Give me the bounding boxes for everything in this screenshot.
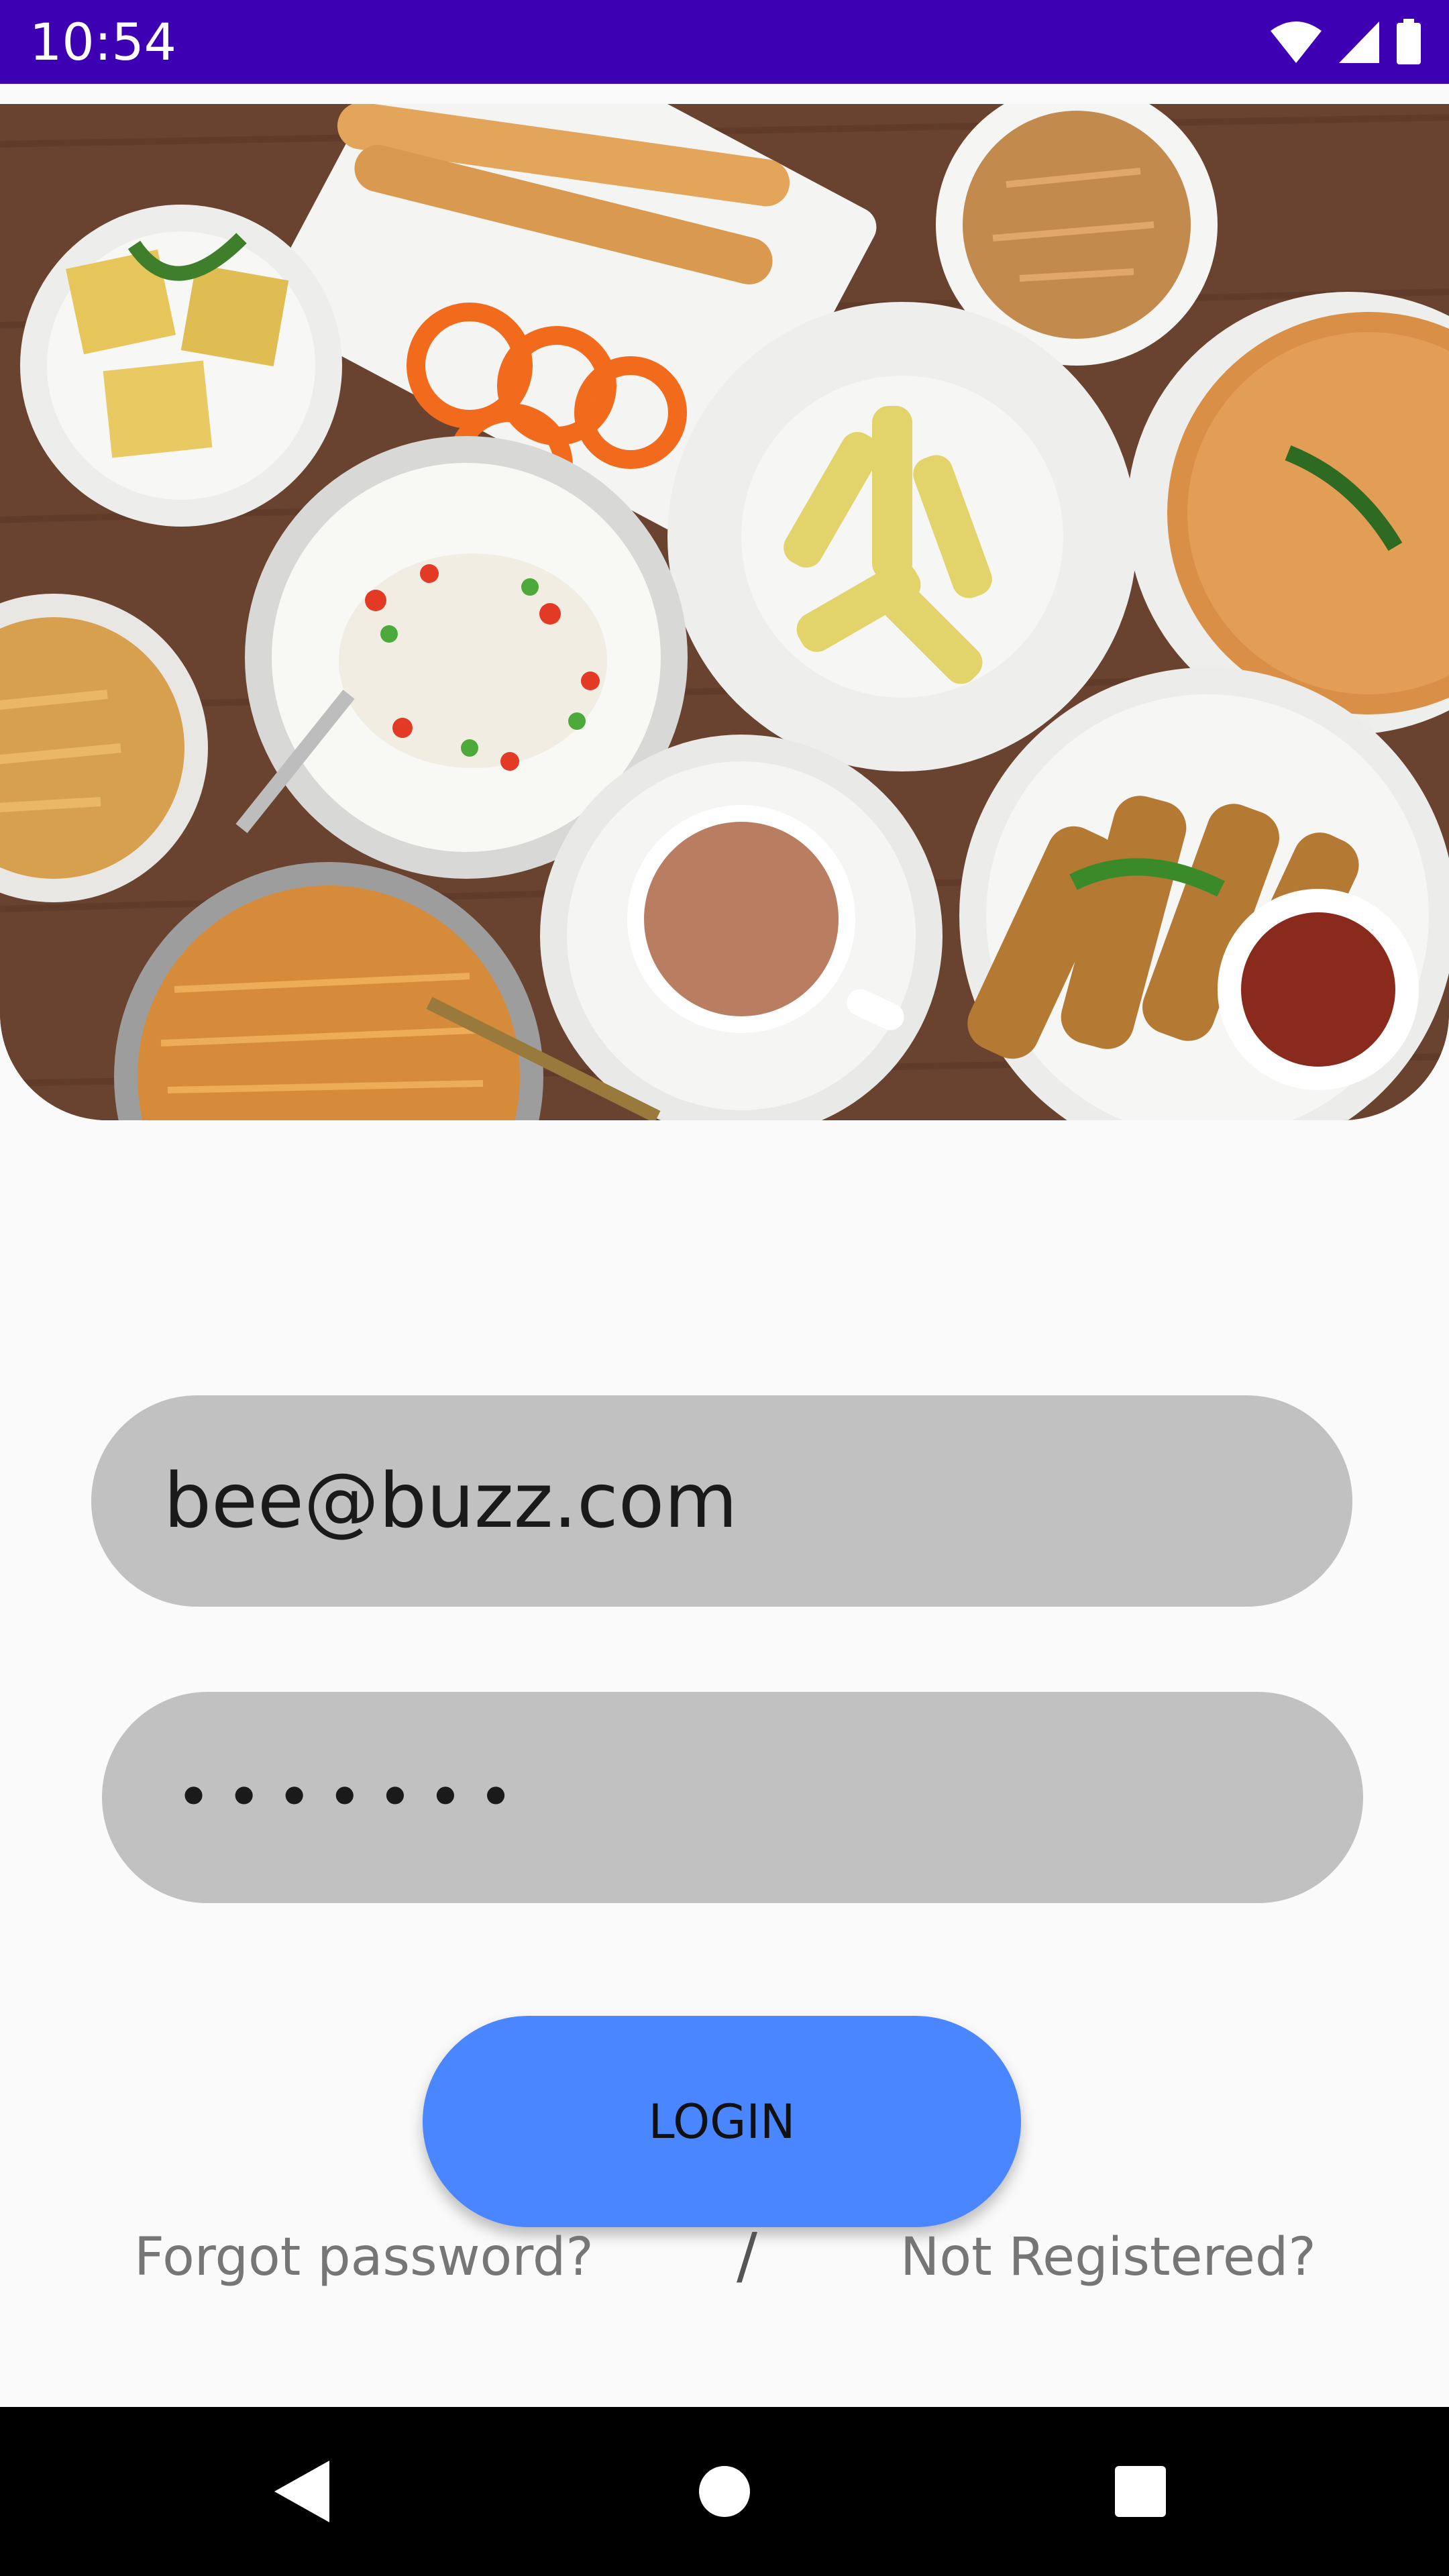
email-field[interactable]: bee@buzz.com [91,1395,1352,1607]
login-button-label: LOGIN [648,2094,796,2149]
wifi-icon [1271,21,1322,63]
status-icons [1269,19,1422,66]
recents-button[interactable] [1093,2407,1187,2576]
recents-square-icon [1115,2466,1166,2517]
status-time: 10:54 [30,12,177,72]
back-button[interactable] [255,2407,349,2576]
forgot-password-link[interactable]: Forgot password? [134,2227,594,2288]
status-bar: 10:54 [0,0,1449,84]
home-button[interactable] [678,2407,771,2576]
password-field[interactable]: ••••••• [102,1692,1363,1903]
hero-food-image [0,104,1449,1120]
back-triangle-icon [274,2461,329,2522]
not-registered-link[interactable]: Not Registered? [900,2227,1316,2288]
email-value: bee@buzz.com [164,1457,738,1545]
system-nav-bar [0,2407,1449,2576]
cell-signal-icon [1339,21,1379,63]
login-button[interactable]: LOGIN [423,2016,1021,2227]
password-mask: ••••••• [176,1762,529,1833]
battery-icon [1397,19,1421,64]
link-separator: / [737,2220,757,2292]
home-circle-icon [699,2466,750,2517]
